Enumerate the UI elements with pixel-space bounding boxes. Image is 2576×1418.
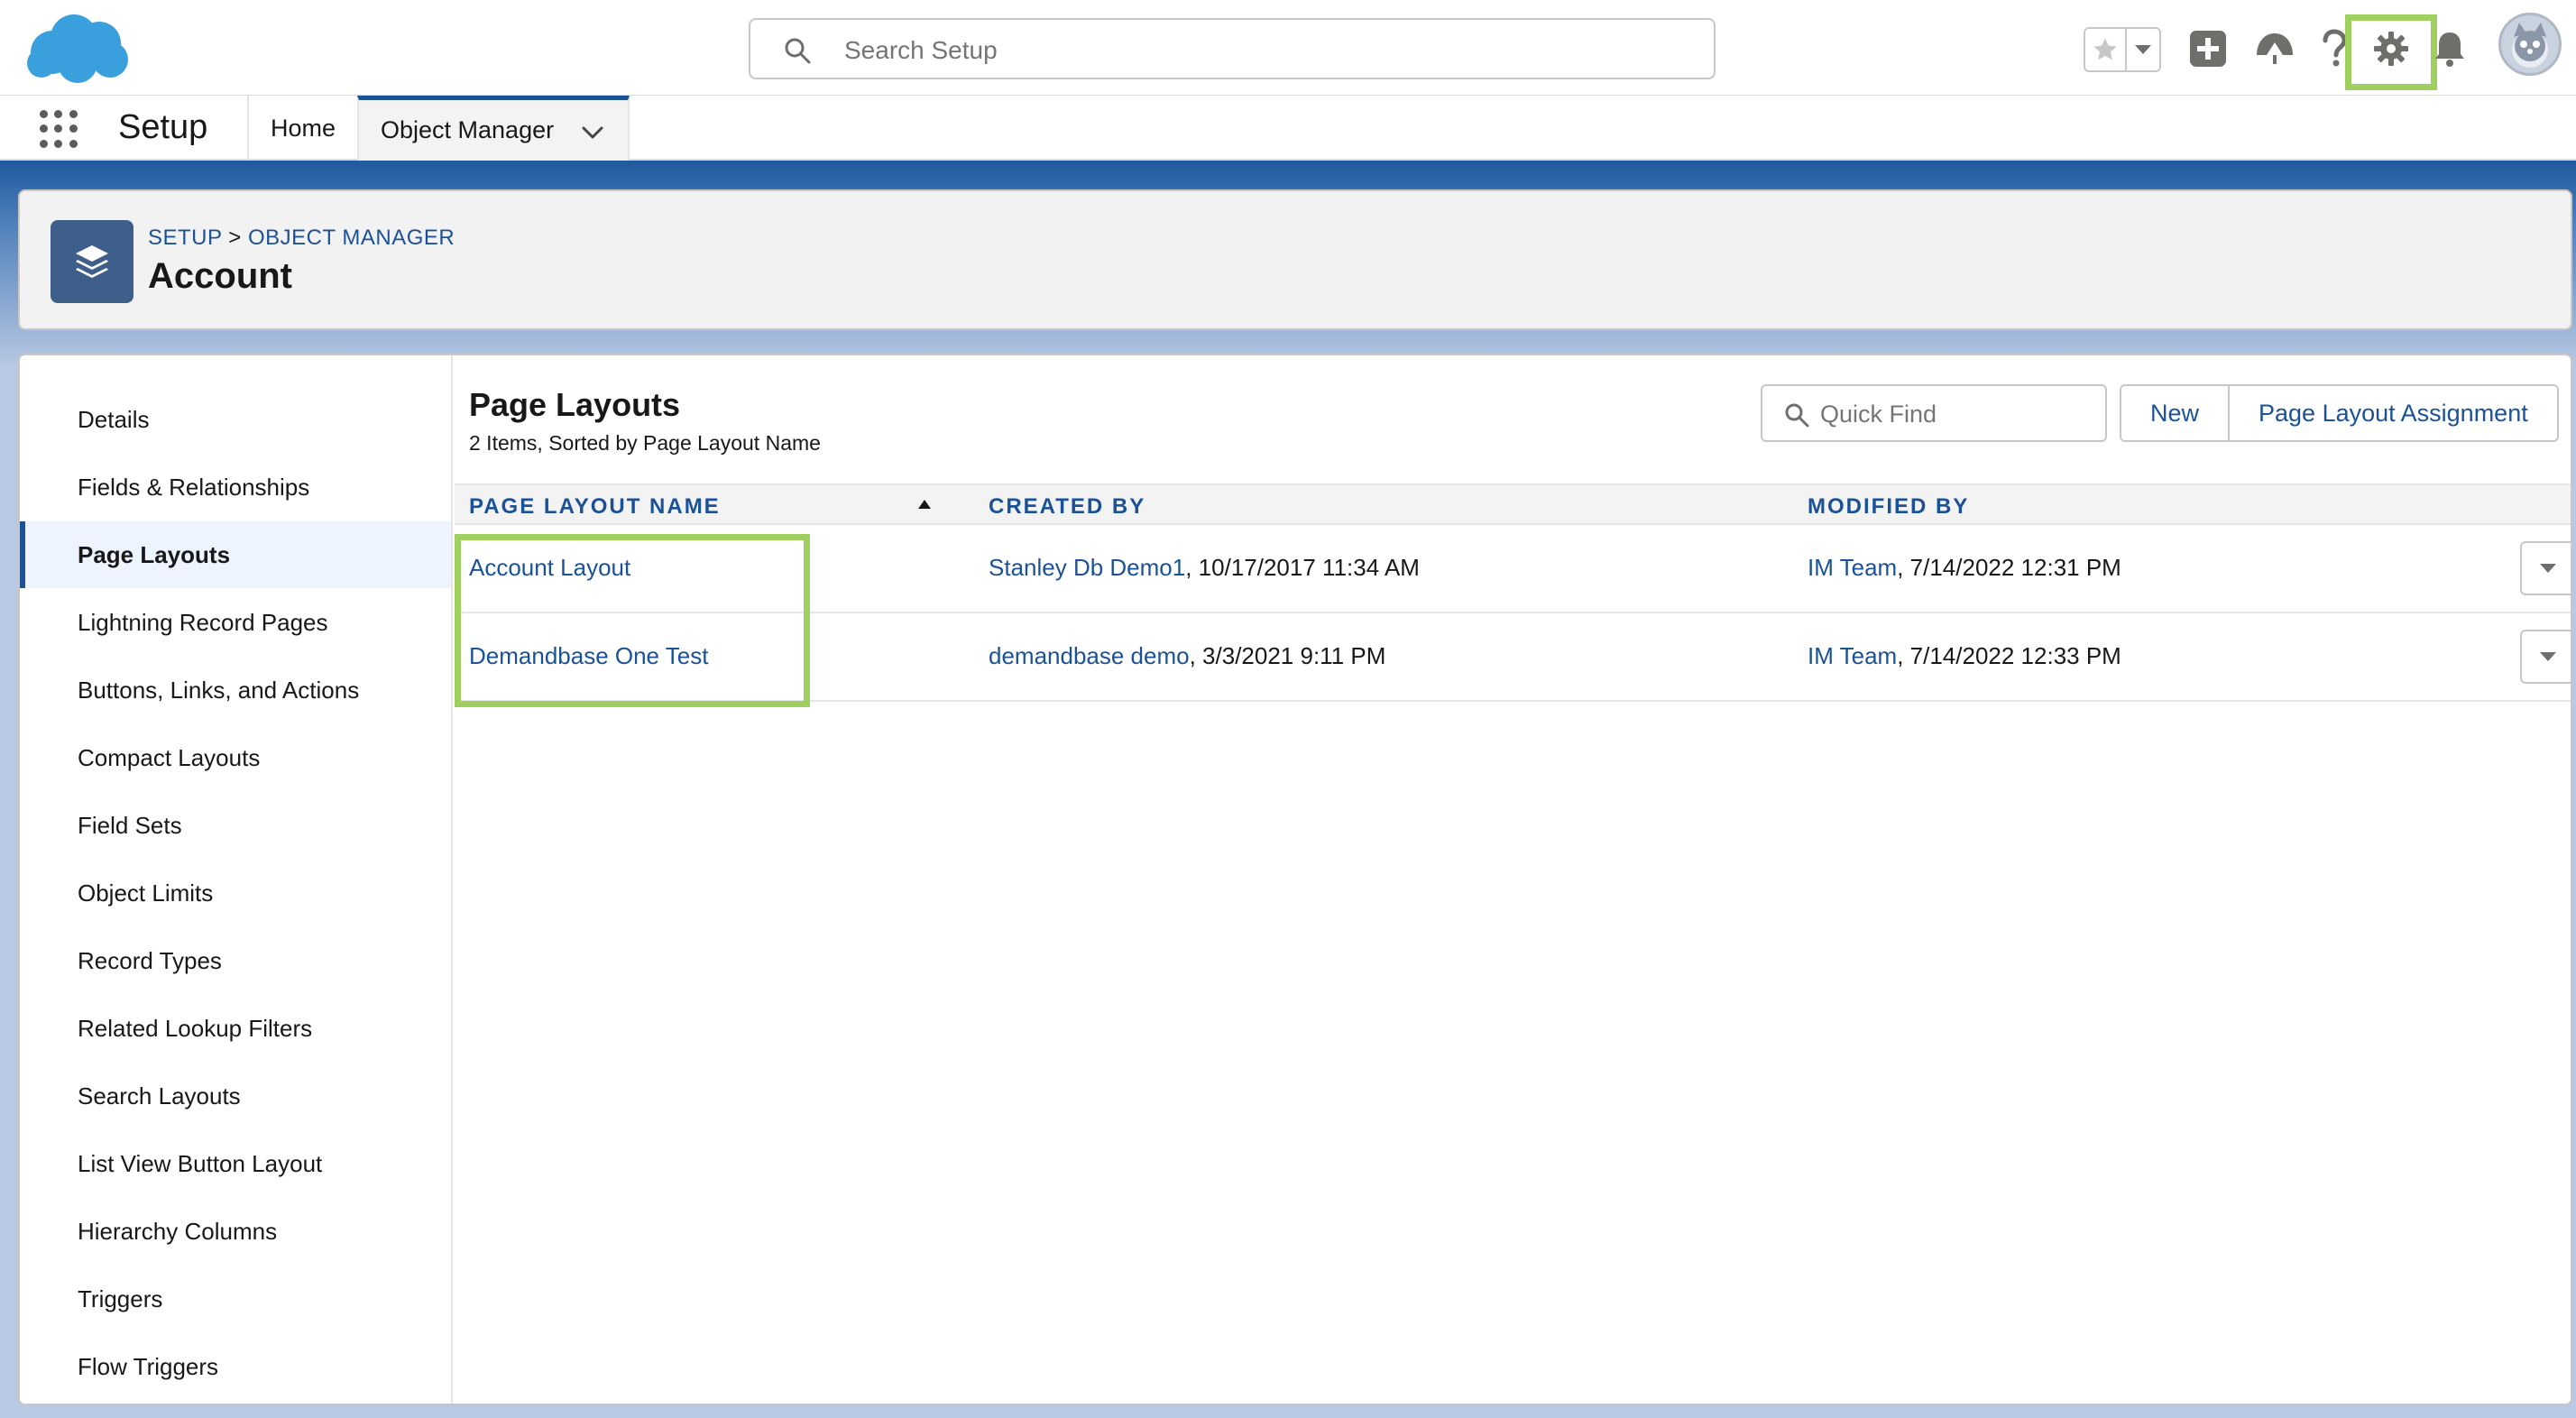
page-title: Account — [148, 256, 292, 296]
modified-by-link[interactable]: IM Team — [1808, 642, 1897, 669]
created-by-link[interactable]: demandbase demo — [989, 642, 1190, 669]
created-by-link[interactable]: Stanley Db Demo1 — [989, 554, 1185, 581]
sidebar-item-triggers[interactable]: Triggers — [20, 1266, 451, 1332]
favorites-group — [2084, 27, 2161, 72]
sidebar-item-record-types[interactable]: Record Types — [20, 927, 451, 994]
layers-icon — [51, 220, 133, 303]
column-page-layout-name[interactable]: PAGE LAYOUT NAME — [469, 494, 721, 520]
created-date: , 10/17/2017 11:34 AM — [1185, 554, 1420, 581]
trailhead-icon[interactable] — [2251, 25, 2298, 72]
app-name: Setup — [118, 108, 208, 146]
action-button-group: New Page Layout Assignment — [2120, 384, 2559, 442]
sidebar-item-lightning-record-pages[interactable]: Lightning Record Pages — [20, 589, 451, 656]
main-card: Details Fields & Relationships Page Layo… — [18, 354, 2572, 1405]
tab-home[interactable]: Home — [249, 96, 357, 161]
bell-icon[interactable] — [2426, 25, 2473, 72]
app-launcher-icon[interactable] — [38, 108, 79, 150]
sidebar-item-compact-layouts[interactable]: Compact Layouts — [20, 724, 451, 791]
sidebar-item-fields-relationships[interactable]: Fields & Relationships — [20, 454, 451, 520]
global-header — [0, 0, 2576, 96]
breadcrumb-separator: > — [228, 226, 242, 250]
sidebar-item-field-sets[interactable]: Field Sets — [20, 792, 451, 859]
add-icon[interactable] — [2185, 25, 2231, 72]
column-created-by[interactable]: CREATED BY — [989, 494, 1145, 520]
avatar[interactable] — [2498, 13, 2562, 76]
created-by-cell: Stanley Db Demo1, 10/17/2017 11:34 AM — [989, 554, 1420, 582]
modified-date: , 7/14/2022 12:33 PM — [1897, 642, 2121, 669]
star-icon[interactable] — [2085, 29, 2127, 70]
modified-by-cell: IM Team, 7/14/2022 12:33 PM — [1808, 642, 2121, 670]
sidebar-item-flow-triggers[interactable]: Flow Triggers — [20, 1333, 451, 1400]
created-by-cell: demandbase demo, 3/3/2021 9:11 PM — [989, 642, 1385, 670]
column-modified-by[interactable]: MODIFIED BY — [1808, 494, 1969, 520]
object-header: SETUP > OBJECT MANAGER Account — [18, 189, 2572, 330]
app-navbar: Setup Home Object Manager — [0, 96, 2576, 161]
modified-by-cell: IM Team, 7/14/2022 12:31 PM — [1808, 554, 2121, 582]
chevron-down-icon — [2540, 652, 2556, 661]
table-header: PAGE LAYOUT NAME CREATED BY MODIFIED BY — [455, 483, 2571, 525]
modified-by-link[interactable]: IM Team — [1808, 554, 1897, 581]
chevron-down-icon[interactable] — [2127, 29, 2159, 70]
breadcrumb: SETUP > OBJECT MANAGER — [148, 226, 455, 251]
search-icon — [783, 36, 812, 65]
section-title: Page Layouts — [469, 386, 681, 423]
row-actions-button[interactable] — [2520, 630, 2571, 684]
sidebar-item-buttons-links-actions[interactable]: Buttons, Links, and Actions — [20, 657, 451, 723]
page-layouts-panel: Page Layouts 2 Items, Sorted by Page Lay… — [455, 355, 2571, 1404]
sidebar-item-details[interactable]: Details — [20, 386, 451, 453]
sidebar: Details Fields & Relationships Page Layo… — [20, 355, 453, 1404]
new-button[interactable]: New — [2121, 386, 2229, 440]
section-subtitle: 2 Items, Sorted by Page Layout Name — [469, 431, 821, 455]
sidebar-item-hierarchy-columns[interactable]: Hierarchy Columns — [20, 1198, 451, 1265]
quick-find-box[interactable] — [1761, 384, 2107, 442]
breadcrumb-object-manager[interactable]: OBJECT MANAGER — [248, 226, 455, 250]
created-date: , 3/3/2021 9:11 PM — [1189, 642, 1386, 669]
modified-date: , 7/14/2022 12:31 PM — [1897, 554, 2121, 581]
page-layout-assignment-button[interactable]: Page Layout Assignment — [2228, 386, 2557, 440]
sidebar-item-search-layouts[interactable]: Search Layouts — [20, 1063, 451, 1129]
sidebar-item-page-layouts[interactable]: Page Layouts — [20, 521, 451, 588]
tab-object-manager[interactable]: Object Manager — [357, 96, 630, 161]
sidebar-item-object-limits[interactable]: Object Limits — [20, 860, 451, 926]
quick-find-input[interactable] — [1820, 401, 2091, 428]
layout-names-highlight-box — [455, 534, 810, 707]
gear-highlight-box — [2345, 14, 2437, 90]
sort-ascending-icon[interactable] — [916, 498, 933, 511]
search-setup-box[interactable] — [749, 18, 1716, 79]
salesforce-cloud-logo[interactable] — [23, 11, 132, 87]
row-actions-button[interactable] — [2520, 541, 2571, 595]
tab-object-manager-label: Object Manager — [381, 116, 555, 143]
search-input[interactable] — [844, 36, 1656, 65]
search-icon — [1784, 402, 1809, 428]
chevron-down-icon — [2540, 564, 2556, 573]
sidebar-item-related-lookup-filters[interactable]: Related Lookup Filters — [20, 995, 451, 1062]
chevron-down-icon[interactable] — [581, 120, 604, 139]
breadcrumb-setup[interactable]: SETUP — [148, 226, 222, 250]
sidebar-item-list-view-button-layout[interactable]: List View Button Layout — [20, 1130, 451, 1197]
